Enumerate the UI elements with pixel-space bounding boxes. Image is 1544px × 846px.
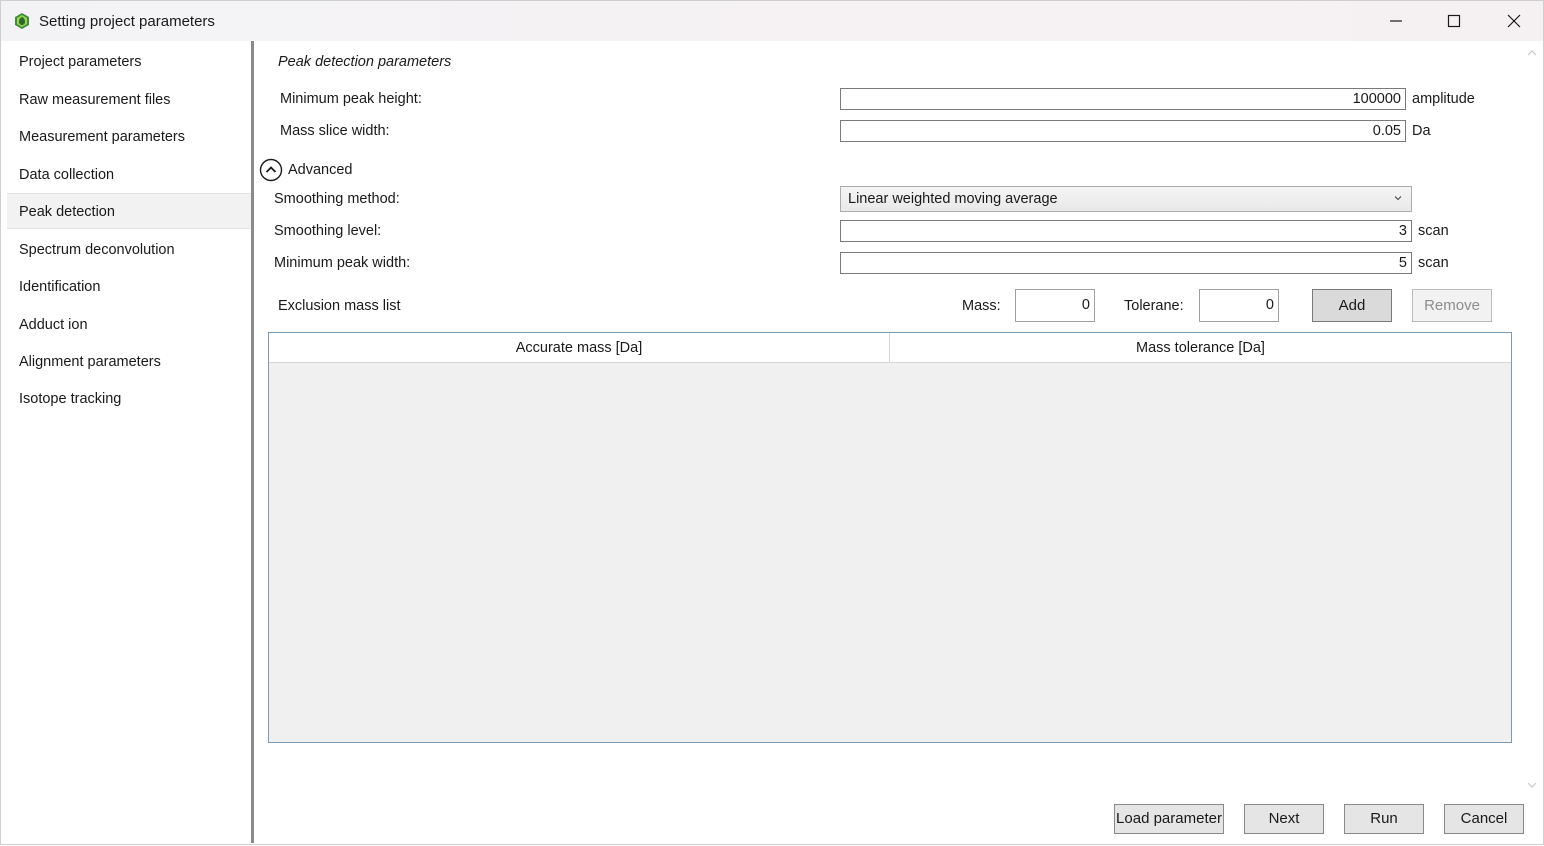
close-icon [1507, 14, 1521, 28]
cancel-button[interactable]: Cancel [1444, 804, 1524, 834]
sidebar-item-alignment-parameters[interactable]: Alignment parameters [7, 344, 251, 380]
chevron-up-circle-icon [259, 158, 283, 182]
sidebar-item-adduct-ion[interactable]: Adduct ion [7, 307, 251, 343]
advanced-toggle[interactable]: Advanced [259, 158, 369, 182]
smoothing-method-value: Linear weighted moving average [848, 191, 1058, 207]
remove-button[interactable]: Remove [1412, 289, 1492, 322]
sidebar-item-identification[interactable]: Identification [7, 269, 251, 305]
min-peak-width-unit: scan [1418, 255, 1449, 271]
sidebar-item-raw-measurement-files[interactable]: Raw measurement files [7, 82, 251, 118]
tolerance-input[interactable]: 0 [1199, 289, 1279, 322]
main-panel: Peak detection parameters Minimum peak h… [257, 41, 1544, 846]
chevron-down-icon [1394, 196, 1402, 201]
scroll-up-icon[interactable] [1527, 49, 1537, 57]
maximize-icon [1447, 14, 1461, 28]
window-title: Setting project parameters [39, 13, 215, 30]
minimize-button[interactable] [1367, 1, 1425, 41]
min-peak-width-input[interactable]: 5 [840, 252, 1412, 274]
sidebar: Project parameters Raw measurement files… [4, 41, 254, 843]
min-peak-height-unit: amplitude [1412, 91, 1475, 107]
sidebar-item-peak-detection[interactable]: Peak detection [7, 193, 251, 229]
mass-slice-width-unit: Da [1412, 123, 1431, 139]
sidebar-item-spectrum-deconvolution[interactable]: Spectrum deconvolution [7, 232, 251, 268]
scroll-down-icon[interactable] [1527, 781, 1537, 789]
smoothing-level-unit: scan [1418, 223, 1449, 239]
tolerance-label: Tolerane: [1124, 298, 1184, 314]
section-title: Peak detection parameters [278, 54, 452, 70]
load-parameter-button[interactable]: Load parameter [1114, 804, 1224, 834]
maximize-button[interactable] [1425, 1, 1483, 41]
mass-label: Mass: [962, 298, 1001, 314]
title-bar: Setting project parameters [1, 1, 1543, 41]
mass-slice-width-input[interactable]: 0.05 [840, 120, 1406, 142]
advanced-label: Advanced [288, 162, 353, 178]
column-header-accurate-mass[interactable]: Accurate mass [Da] [269, 333, 889, 362]
min-peak-height-input[interactable]: 100000 [840, 88, 1406, 110]
smoothing-level-input[interactable]: 3 [840, 220, 1412, 242]
smoothing-method-label: Smoothing method: [274, 191, 400, 207]
mass-slice-width-label: Mass slice width: [280, 123, 390, 139]
sidebar-item-measurement-parameters[interactable]: Measurement parameters [7, 119, 251, 155]
run-button[interactable]: Run [1344, 804, 1424, 834]
dialog-window: Setting project parameters Project param… [0, 0, 1544, 845]
sidebar-item-isotope-tracking[interactable]: Isotope tracking [7, 381, 251, 417]
table-header: Accurate mass [Da] Mass tolerance [Da] [269, 333, 1511, 363]
exclusion-mass-list-label: Exclusion mass list [278, 298, 401, 314]
smoothing-level-label: Smoothing level: [274, 223, 382, 239]
min-peak-height-label: Minimum peak height: [280, 91, 422, 107]
smoothing-method-select[interactable]: Linear weighted moving average [840, 186, 1412, 212]
sidebar-item-data-collection[interactable]: Data collection [7, 157, 251, 193]
sidebar-item-project-parameters[interactable]: Project parameters [7, 44, 251, 80]
close-button[interactable] [1485, 1, 1543, 41]
column-header-mass-tolerance[interactable]: Mass tolerance [Da] [890, 333, 1511, 362]
next-button[interactable]: Next [1244, 804, 1324, 834]
mass-input[interactable]: 0 [1015, 289, 1095, 322]
app-logo-icon [15, 13, 29, 29]
min-peak-width-label: Minimum peak width: [274, 255, 411, 271]
minimize-icon [1390, 20, 1402, 22]
exclusion-mass-table[interactable]: Accurate mass [Da] Mass tolerance [Da] [268, 332, 1512, 743]
add-button[interactable]: Add [1312, 289, 1392, 322]
